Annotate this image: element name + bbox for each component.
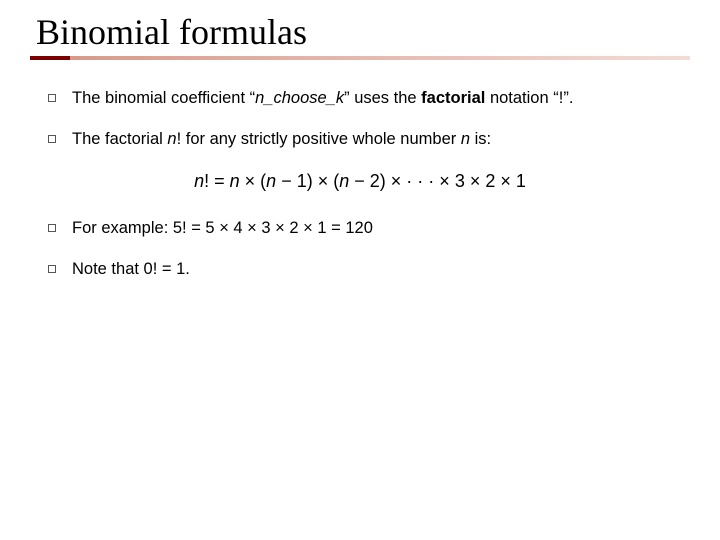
var-n-choose-k: n_choose_k	[255, 89, 344, 107]
bullet-item-3: For example: 5! = 5 × 4 × 3 × 2 × 1 = 12…	[48, 218, 690, 239]
text: ! for any strictly positive whole number	[177, 130, 461, 148]
times: ×	[386, 171, 407, 191]
bullet-list: The binomial coefficient “n_choose_k” us…	[30, 88, 690, 151]
slide: Binomial formulas The binomial coefficie…	[0, 0, 720, 540]
var-n: n	[339, 171, 349, 191]
var-n: n	[266, 171, 276, 191]
minus: −	[276, 171, 297, 191]
num-2: 2	[370, 171, 380, 191]
times: ×	[495, 171, 516, 191]
text: is:	[470, 130, 491, 148]
bold-factorial: factorial	[421, 89, 485, 107]
text: For example: 5! = 5 × 4 × 3 × 2 × 1 = 12…	[72, 219, 373, 237]
text: ” uses the	[344, 89, 421, 107]
times: ×	[439, 171, 455, 191]
dots: · · ·	[406, 171, 439, 191]
var-n: n	[230, 171, 240, 191]
var-n: n	[167, 130, 176, 148]
text: Note that 0! = 1.	[72, 260, 190, 278]
text: notation “!”.	[485, 89, 573, 107]
minus: −	[349, 171, 370, 191]
factorial-formula: n! = n × (n − 1) × (n − 2) × · · · × 3 ×…	[30, 171, 690, 192]
var-n: n	[461, 130, 470, 148]
num-1: 1	[516, 171, 526, 191]
text: The binomial coefficient “	[72, 89, 255, 107]
var-n: n	[194, 171, 204, 191]
bullet-list-2: For example: 5! = 5 × 4 × 3 × 2 × 1 = 12…	[30, 218, 690, 281]
slide-title: Binomial formulas	[30, 14, 690, 52]
times: ×	[313, 171, 334, 191]
text: The factorial	[72, 130, 167, 148]
num-1: 1	[297, 171, 307, 191]
times: ×	[465, 171, 486, 191]
bullet-item-1: The binomial coefficient “n_choose_k” us…	[48, 88, 690, 109]
num-2: 2	[485, 171, 495, 191]
title-underline	[30, 56, 690, 60]
bullet-item-4: Note that 0! = 1.	[48, 259, 690, 280]
equals: =	[209, 171, 230, 191]
times: ×	[240, 171, 261, 191]
bullet-item-2: The factorial n! for any strictly positi…	[48, 129, 690, 150]
num-3: 3	[455, 171, 465, 191]
